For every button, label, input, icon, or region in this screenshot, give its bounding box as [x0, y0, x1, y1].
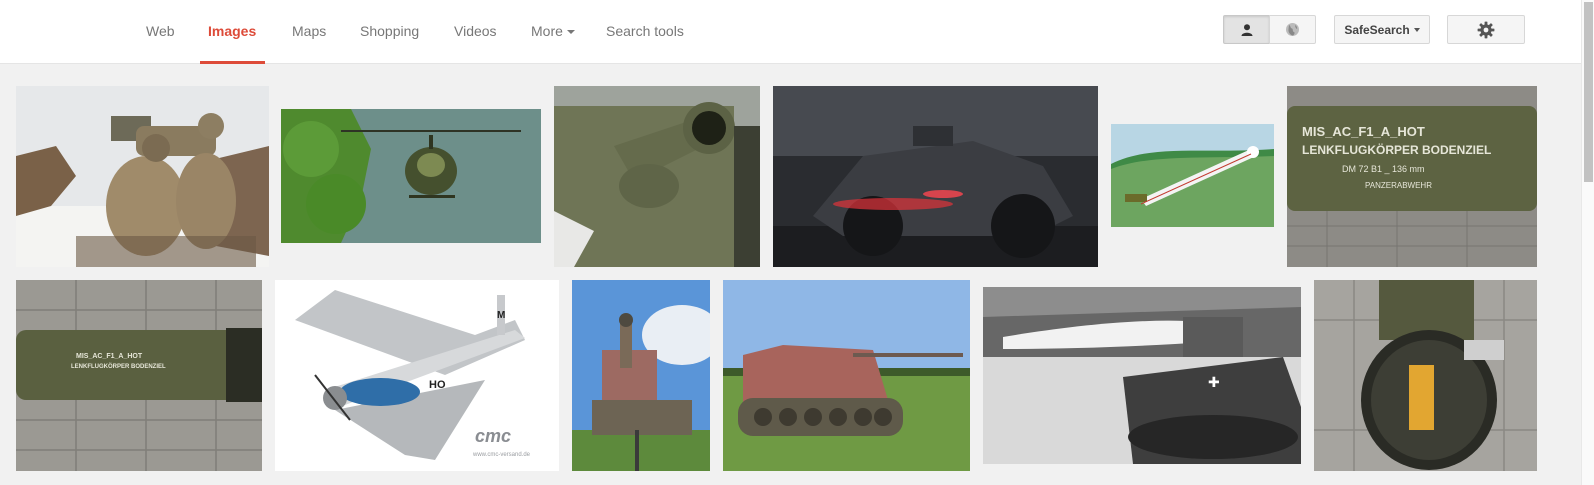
chevron-down-icon — [1413, 27, 1420, 32]
svg-text:✚: ✚ — [1208, 374, 1220, 390]
image-result-missile-tube-end[interactable] — [1314, 280, 1537, 471]
public-results-toggle[interactable] — [1269, 15, 1316, 44]
scrollbar[interactable] — [1581, 0, 1594, 485]
settings-button[interactable] — [1447, 15, 1525, 44]
image-result-missile-tube-pavement[interactable]: MIS_AC_F1_A_HOT LENKFLUGKÖRPER BODENZIEL — [16, 280, 262, 471]
image-result-tank-firing-bw[interactable]: ✚ — [983, 287, 1301, 464]
image-result-p51-model[interactable]: HO M cmc www.cmc-versand.de — [275, 280, 559, 471]
safesearch-label: SafeSearch — [1344, 22, 1410, 37]
plane-code-text: HO — [429, 379, 446, 391]
chevron-down-icon — [566, 30, 575, 35]
tube-label-line-1: MIS_AC_F1_A_HOT — [76, 353, 143, 360]
private-results-toggle[interactable] — [1223, 15, 1270, 44]
tube-label-line-3: DM 72 B1 _ 136 mm — [1342, 164, 1425, 174]
plane-tail-letter: M — [497, 310, 505, 321]
cmc-url-watermark: www.cmc-versand.de — [472, 452, 531, 458]
image-result-tank-destroyer-front[interactable] — [572, 280, 710, 471]
globe-icon — [1286, 23, 1299, 36]
search-tools-button[interactable]: Search tools — [606, 0, 684, 63]
gear-icon — [1477, 21, 1495, 38]
tab-videos[interactable]: Videos — [454, 0, 497, 63]
scrollbar-thumb[interactable] — [1584, 2, 1593, 182]
top-navigation-bar: Web Images Maps Shopping Videos More Sea… — [0, 0, 1594, 64]
person-icon — [1241, 23, 1252, 36]
tab-maps[interactable]: Maps — [292, 0, 326, 63]
image-result-missile-diagram[interactable] — [1111, 124, 1274, 227]
image-result-soldiers-missile-launcher[interactable] — [16, 86, 269, 267]
tab-images[interactable]: Images — [199, 0, 266, 64]
image-result-tank-gun[interactable] — [554, 86, 760, 267]
tube-label-line-2: LENKFLUGKÖRPER BODENZIEL — [1302, 142, 1491, 157]
image-result-tank-destroyer-side[interactable] — [723, 280, 970, 471]
tube-label-line-4: PANZERABWEHR — [1365, 181, 1432, 190]
image-result-missile-tube-label[interactable]: MIS_AC_F1_A_HOT LENKFLUGKÖRPER BODENZIEL… — [1287, 86, 1537, 267]
tube-label-line-1: MIS_AC_F1_A_HOT — [1302, 124, 1425, 139]
tab-shopping[interactable]: Shopping — [360, 0, 419, 63]
tab-more-label: More — [531, 23, 563, 39]
cmc-watermark: cmc — [475, 426, 511, 446]
tab-web[interactable]: Web — [146, 0, 175, 63]
image-result-batmobile[interactable] — [773, 86, 1098, 267]
tab-more[interactable]: More — [531, 0, 575, 63]
safesearch-button[interactable]: SafeSearch — [1334, 15, 1430, 44]
image-result-helicopter[interactable] — [281, 109, 541, 243]
tube-label-line-2: LENKFLUGKÖRPER BODENZIEL — [71, 363, 166, 370]
